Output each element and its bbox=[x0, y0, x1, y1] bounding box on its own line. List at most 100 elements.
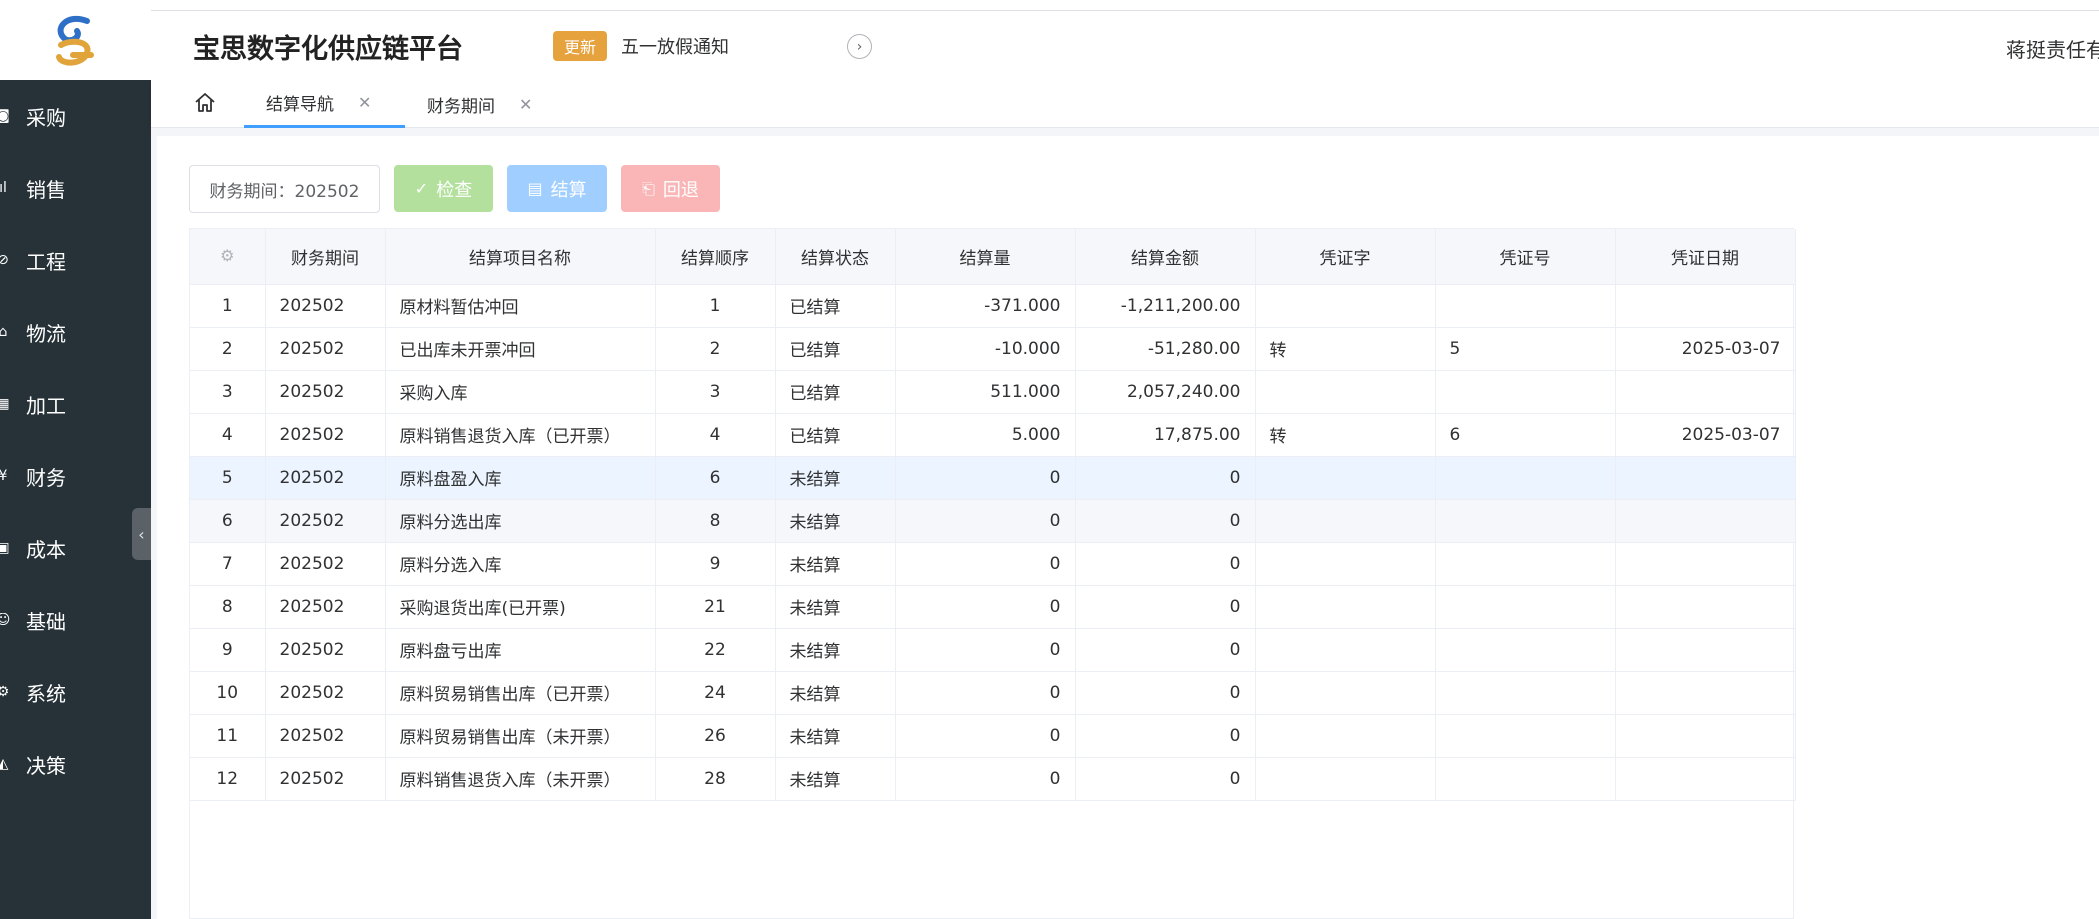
gear-icon[interactable]: ⚙ bbox=[220, 246, 234, 265]
settle-button[interactable]: ▤ 结算 bbox=[507, 165, 607, 212]
table-row[interactable]: 10 202502 原料贸易销售出库（已开票） 24 未结算 0 0 bbox=[190, 671, 1796, 715]
tab-label: 结算导航 bbox=[266, 95, 334, 115]
column-header[interactable]: 凭证号 bbox=[1435, 229, 1616, 285]
settlement-table: ⚙ 财务期间 结算项目名称 结算顺序 结算状态 结算量 结算金额 凭证字 凭证号… bbox=[189, 228, 1796, 919]
table-row[interactable]: 12 202502 原料销售退货入库（未开票） 28 未结算 0 0 bbox=[190, 757, 1796, 801]
amount-cell: 17,875.00 bbox=[1075, 413, 1256, 457]
home-tab[interactable] bbox=[193, 91, 217, 115]
sidebar-item-label: 系统 bbox=[26, 681, 66, 706]
quantity-cell: 0 bbox=[895, 671, 1076, 715]
item-name-cell: 原料销售退货入库（未开票） bbox=[385, 757, 656, 801]
column-header[interactable]: 结算顺序 bbox=[655, 229, 776, 285]
sidebar-item[interactable]: ☺ 基础 bbox=[0, 584, 151, 656]
user-company-name[interactable]: 蒋挺责任有限公司 bbox=[2006, 34, 2099, 63]
sidebar-item[interactable]: ⌂ 物流 bbox=[0, 296, 151, 368]
table-row[interactable]: 11 202502 原料贸易销售出库（未开票） 26 未结算 0 0 bbox=[190, 714, 1796, 758]
status-cell: 未结算 bbox=[775, 628, 896, 672]
toolbar: 财务期间：202502 ✓ 检查 ▤ 结算 ⎗ 回退 bbox=[189, 165, 734, 213]
table-row[interactable]: 2 202502 已出库未开票冲回 2 已结算 -10.000 -51,280.00 转 5 20… bbox=[190, 327, 1796, 371]
sidebar-item[interactable]: ▣ 成本 bbox=[0, 512, 151, 584]
logo[interactable] bbox=[47, 11, 105, 69]
amount-cell: 0 bbox=[1075, 628, 1256, 672]
tab-settlement-nav[interactable]: 结算导航 ✕ bbox=[244, 80, 405, 128]
sidebar-item[interactable]: ıl 销售 bbox=[0, 152, 151, 224]
quantity-cell: 511.000 bbox=[895, 370, 1076, 414]
sidebar-item[interactable]: ⊘ 工程 bbox=[0, 224, 151, 296]
sidebar-item-label: 销售 bbox=[26, 177, 66, 202]
sidebar-item[interactable]: ⚙ 系统 bbox=[0, 656, 151, 728]
sidebar-item-label: 加工 bbox=[26, 393, 66, 418]
amount-cell: 0 bbox=[1075, 585, 1256, 629]
table-row[interactable]: 7 202502 原料分选入库 9 未结算 0 0 bbox=[190, 542, 1796, 586]
rollback-button[interactable]: ⎗ 回退 bbox=[621, 165, 720, 212]
sidebar-item-label: 财务 bbox=[26, 465, 66, 490]
row-number-cell: 8 bbox=[190, 585, 266, 629]
table-row[interactable]: 4 202502 原料销售退货入库（已开票） 4 已结算 5.000 17,875.00 转 6… bbox=[190, 413, 1796, 457]
voucher-number-cell bbox=[1435, 499, 1616, 543]
close-icon[interactable]: ✕ bbox=[519, 95, 532, 114]
voucher-date-cell bbox=[1615, 284, 1796, 328]
sidebar-item[interactable]: ▦ 加工 bbox=[0, 368, 151, 440]
column-header[interactable]: 凭证日期 bbox=[1615, 229, 1796, 285]
close-icon[interactable]: ✕ bbox=[358, 93, 371, 112]
status-cell: 未结算 bbox=[775, 714, 896, 758]
status-cell: 未结算 bbox=[775, 671, 896, 715]
period-cell: 202502 bbox=[265, 499, 386, 543]
table-row[interactable]: 1 202502 原材料暂估冲回 1 已结算 -371.000 -1,211,200.00 bbox=[190, 284, 1796, 328]
top-border bbox=[0, 0, 2099, 11]
notice-next-button[interactable]: › bbox=[847, 34, 872, 59]
logo-icon bbox=[55, 16, 94, 66]
quantity-cell: 0 bbox=[895, 585, 1076, 629]
column-settings-header[interactable]: ⚙ bbox=[190, 229, 266, 285]
tab-financial-period[interactable]: 财务期间 ✕ bbox=[405, 80, 565, 128]
status-cell: 未结算 bbox=[775, 499, 896, 543]
status-cell: 已结算 bbox=[775, 413, 896, 457]
sidebar-item-label: 基础 bbox=[26, 609, 66, 634]
order-cell: 24 bbox=[655, 671, 776, 715]
sidebar-item[interactable]: ¥ 财务 bbox=[0, 440, 151, 512]
voucher-word-cell bbox=[1255, 757, 1436, 801]
voucher-date-cell: 2025-03-07 bbox=[1615, 327, 1796, 371]
column-header[interactable]: 结算金额 bbox=[1075, 229, 1256, 285]
voucher-number-cell bbox=[1435, 714, 1616, 758]
notice-link[interactable]: 五一放假通知 bbox=[621, 33, 729, 59]
order-cell: 9 bbox=[655, 542, 776, 586]
column-header[interactable]: 结算量 bbox=[895, 229, 1076, 285]
sidebar-item[interactable]: ◙ 采购 bbox=[0, 80, 151, 152]
quantity-cell: -371.000 bbox=[895, 284, 1076, 328]
sidebar-item-label: 采购 bbox=[26, 105, 66, 130]
quantity-cell: 0 bbox=[895, 757, 1076, 801]
voucher-number-cell bbox=[1435, 284, 1616, 328]
home-icon bbox=[195, 93, 215, 112]
order-cell: 21 bbox=[655, 585, 776, 629]
table-row[interactable]: 3 202502 采购入库 3 已结算 511.000 2,057,240.00 bbox=[190, 370, 1796, 414]
sidebar-collapse-handle[interactable]: ‹ bbox=[132, 508, 151, 560]
column-header[interactable]: 结算项目名称 bbox=[385, 229, 656, 285]
engineering-icon: ⊘ bbox=[0, 253, 9, 267]
table-row[interactable]: 9 202502 原料盘亏出库 22 未结算 0 0 bbox=[190, 628, 1796, 672]
purchase-icon: ◙ bbox=[0, 109, 10, 123]
row-number-cell: 6 bbox=[190, 499, 266, 543]
row-number-cell: 12 bbox=[190, 757, 266, 801]
column-header[interactable]: 财务期间 bbox=[265, 229, 386, 285]
order-cell: 2 bbox=[655, 327, 776, 371]
processing-icon: ▦ bbox=[0, 397, 10, 411]
voucher-number-cell: 6 bbox=[1435, 413, 1616, 457]
check-button[interactable]: ✓ 检查 bbox=[394, 165, 493, 212]
column-header[interactable]: 结算状态 bbox=[775, 229, 896, 285]
item-name-cell: 采购入库 bbox=[385, 370, 656, 414]
sidebar-item[interactable]: ◭ 决策 bbox=[0, 728, 151, 800]
column-header[interactable]: 凭证字 bbox=[1255, 229, 1436, 285]
status-cell: 未结算 bbox=[775, 585, 896, 629]
order-cell: 1 bbox=[655, 284, 776, 328]
sidebar-menu: ◙ 采购 ıl 销售 ⊘ 工程 ⌂ 物流 ▦ 加工 ¥ 财务 ▣ 成本 ☺ 基础 ⚙ 系统 ◭ 决策 bbox=[0, 80, 151, 800]
table-row[interactable]: 5 202502 原料盘盈入库 6 未结算 0 0 bbox=[190, 456, 1796, 500]
table-row[interactable]: 8 202502 采购退货出库(已开票) 21 未结算 0 0 bbox=[190, 585, 1796, 629]
cost-icon: ▣ bbox=[0, 541, 10, 555]
logistics-home-icon: ⌂ bbox=[0, 325, 8, 339]
voucher-number-cell bbox=[1435, 585, 1616, 629]
table-row[interactable]: 6 202502 原料分选出库 8 未结算 0 0 bbox=[190, 499, 1796, 543]
order-cell: 3 bbox=[655, 370, 776, 414]
financial-period-display[interactable]: 财务期间：202502 bbox=[189, 165, 380, 213]
voucher-number-cell bbox=[1435, 757, 1616, 801]
